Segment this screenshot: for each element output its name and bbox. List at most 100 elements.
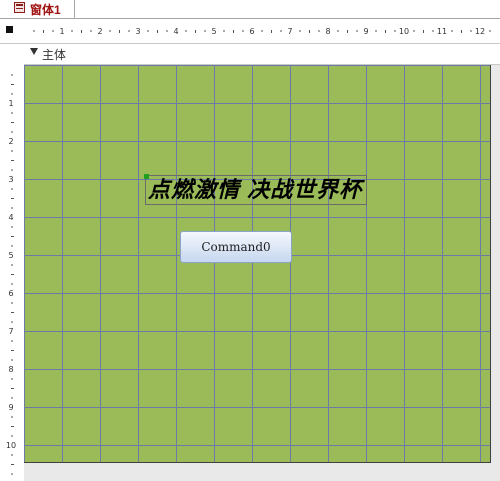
ruler-label: 5 — [211, 27, 216, 36]
ruler-tick — [261, 30, 263, 32]
section-label: 主体 — [42, 48, 67, 62]
ruler-label: 3 — [8, 175, 13, 184]
ruler-label: 1 — [59, 27, 64, 36]
horizontal-ruler: 1 2 3 4 5 6 7 8 9 10 11 12 — [0, 19, 500, 44]
ruler-tick — [147, 30, 149, 32]
ruler-tick — [309, 30, 310, 33]
ruler-tick — [11, 245, 13, 247]
ruler-tick — [11, 84, 14, 85]
ruler-label: 3 — [135, 27, 140, 36]
ruler-tick — [11, 426, 14, 427]
ruler-tick — [81, 30, 82, 33]
ruler-label: 2 — [8, 137, 13, 146]
ruler-tick — [242, 30, 244, 32]
ruler-tick — [11, 473, 13, 475]
ruler-label: 12 — [475, 27, 485, 36]
section-header-bar[interactable]: 主体 — [24, 44, 500, 65]
ruler-tick — [356, 30, 358, 32]
horizontal-ruler-ticks: 1 2 3 4 5 6 7 8 9 10 11 12 — [33, 27, 491, 36]
ruler-label: 6 — [8, 289, 13, 298]
ruler-tick — [11, 131, 13, 133]
ruler-label: 9 — [363, 27, 368, 36]
command0-button[interactable]: Command0 — [180, 231, 292, 263]
ruler-tick — [11, 302, 13, 304]
ruler-tick — [11, 198, 14, 199]
vertical-ruler: 1 2 3 4 5 6 7 8 9 10 — [0, 44, 24, 481]
ruler-label: 2 — [97, 27, 102, 36]
ruler-tick — [11, 169, 13, 171]
ruler-tick — [119, 30, 120, 33]
ruler-label: 4 — [8, 213, 13, 222]
ruler-tick — [299, 30, 301, 32]
ruler-tick — [11, 340, 13, 342]
ruler-label: 10 — [6, 441, 16, 450]
ruler-tick — [11, 359, 13, 361]
ruler-tick — [204, 30, 206, 32]
ruler-tick — [33, 30, 35, 32]
ruler-tick — [223, 30, 225, 32]
ruler-label: 7 — [8, 327, 13, 336]
ruler-tick — [11, 312, 14, 313]
ruler-tick — [11, 388, 14, 389]
form-tab[interactable]: 窗体1 — [0, 0, 75, 18]
ruler-tick — [11, 160, 14, 161]
ruler-tick — [109, 30, 111, 32]
ruler-tick — [52, 30, 54, 32]
form-detail-section[interactable]: 点燃激情 决战世界杯 Command0 — [24, 65, 491, 463]
ruler-tick — [11, 150, 13, 152]
ruler-tick — [11, 188, 13, 190]
ruler-tick — [166, 30, 168, 32]
ruler-tick — [43, 30, 44, 33]
ruler-tick — [11, 397, 13, 399]
ruler-tick — [11, 236, 14, 237]
ruler-tick — [157, 30, 158, 33]
ruler-tick — [385, 30, 386, 33]
ruler-tick — [11, 112, 13, 114]
ruler-tick — [11, 207, 13, 209]
ruler-tick — [318, 30, 320, 32]
ruler-label: 9 — [8, 403, 13, 412]
ruler-tick — [185, 30, 187, 32]
ruler-label: 8 — [325, 27, 330, 36]
ruler-label: 5 — [8, 251, 13, 260]
ruler-tick — [337, 30, 339, 32]
ruler-tick — [11, 283, 13, 285]
form-icon — [14, 2, 25, 13]
ruler-label: 1 — [8, 99, 13, 108]
ruler-tick — [11, 264, 13, 266]
ruler-tick — [489, 30, 491, 32]
ruler-tick — [11, 122, 14, 123]
ruler-tick — [71, 30, 73, 32]
ruler-tick — [11, 74, 13, 76]
ruler-tick — [11, 416, 13, 418]
ruler-label: 4 — [173, 27, 178, 36]
document-tab-bar: 窗体1 — [0, 0, 500, 19]
ruler-tick — [461, 30, 462, 33]
ruler-label: 6 — [249, 27, 254, 36]
vertical-ruler-ticks: 1 2 3 4 5 6 7 8 9 10 — [6, 74, 16, 475]
ruler-tick — [233, 30, 234, 33]
ruler-label: 8 — [8, 365, 13, 374]
section-collapse-icon[interactable] — [30, 48, 38, 55]
title-label-text: 点燃激情 决战世界杯 — [148, 177, 363, 202]
ruler-tick — [11, 378, 13, 380]
form-tab-title: 窗体1 — [30, 3, 61, 17]
ruler-tick — [11, 464, 14, 465]
ruler-tick — [90, 30, 92, 32]
ruler-tick — [195, 30, 196, 33]
ruler-tick — [470, 30, 472, 32]
ruler-tick — [11, 435, 13, 437]
ruler-tick — [280, 30, 282, 32]
ruler-label: 7 — [287, 27, 292, 36]
ruler-tick — [128, 30, 130, 32]
ruler-tick — [432, 30, 434, 32]
ruler-tick — [11, 93, 13, 95]
ruler-label: 11 — [437, 27, 447, 36]
ruler-tick — [11, 321, 13, 323]
ruler-tick — [413, 30, 415, 32]
ruler-label: 10 — [399, 27, 409, 36]
title-label-control[interactable]: 点燃激情 决战世界杯 — [144, 174, 367, 205]
ruler-tick — [11, 454, 13, 456]
ruler-tick — [394, 30, 396, 32]
ruler-tick — [423, 30, 424, 33]
